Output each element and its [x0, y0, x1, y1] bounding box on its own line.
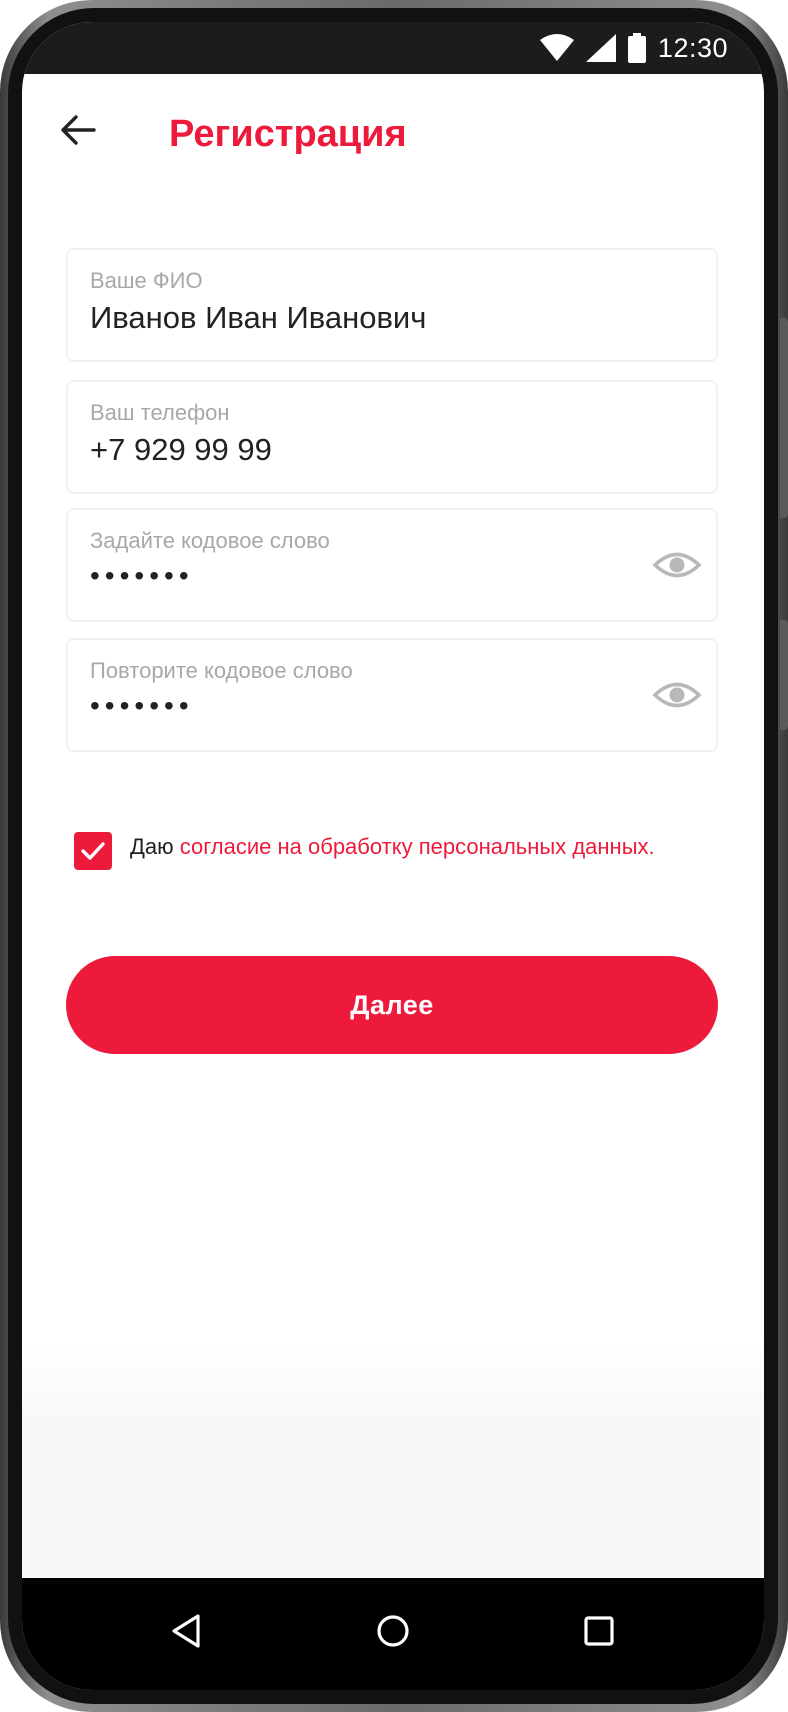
power-button — [780, 620, 788, 730]
nav-home-icon[interactable] — [368, 1606, 418, 1656]
cellular-signal-icon — [585, 34, 616, 62]
code-word-repeat-input[interactable]: ••••••• — [90, 690, 194, 722]
nav-back-icon[interactable] — [162, 1606, 212, 1656]
fio-label: Ваше ФИО — [90, 268, 203, 293]
consent-prefix: Даю — [130, 834, 180, 859]
arrow-left-icon[interactable] — [56, 108, 100, 152]
volume-button — [780, 318, 788, 518]
next-button[interactable]: Далее — [66, 956, 718, 1054]
wifi-icon — [539, 34, 574, 61]
status-icons: 12:30 — [539, 30, 728, 66]
screen: 12:30 Регистрация Ваше ФИО Иванов Иван И… — [22, 22, 764, 1690]
consent-text: Даю согласие на обработку персональных д… — [130, 830, 670, 863]
nav-recent-icon[interactable] — [574, 1606, 624, 1656]
fio-input[interactable]: Иванов Иван Иванович — [90, 300, 426, 336]
status-time: 12:30 — [657, 32, 728, 63]
code-word-input[interactable]: ••••••• — [90, 560, 194, 592]
eye-icon[interactable] — [652, 544, 702, 586]
fio-field[interactable]: Ваше ФИО Иванов Иван Иванович — [66, 248, 718, 362]
status-bar: 12:30 — [22, 22, 764, 74]
eye-icon[interactable] — [652, 674, 702, 716]
phone-field[interactable]: Ваш телефон +7 929 99 99 — [66, 380, 718, 494]
code-word-repeat-label: Повторите кодовое слово — [90, 658, 353, 683]
consent-checkbox[interactable] — [74, 832, 112, 870]
phone-frame: 12:30 Регистрация Ваше ФИО Иванов Иван И… — [0, 0, 788, 1712]
consent-link[interactable]: согласие на обработку персональных данны… — [180, 834, 655, 859]
battery-icon — [627, 33, 646, 63]
phone-label: Ваш телефон — [90, 400, 230, 425]
code-word-label: Задайте кодовое слово — [90, 528, 330, 553]
page-title: Регистрация — [169, 113, 407, 155]
code-word-field[interactable]: Задайте кодовое слово ••••••• — [66, 508, 718, 622]
phone-input[interactable]: +7 929 99 99 — [90, 432, 272, 468]
code-word-repeat-field[interactable]: Повторите кодовое слово ••••••• — [66, 638, 718, 752]
navigation-bar — [22, 1578, 764, 1690]
background-tint — [22, 1340, 764, 1610]
checkmark-icon — [81, 842, 105, 860]
